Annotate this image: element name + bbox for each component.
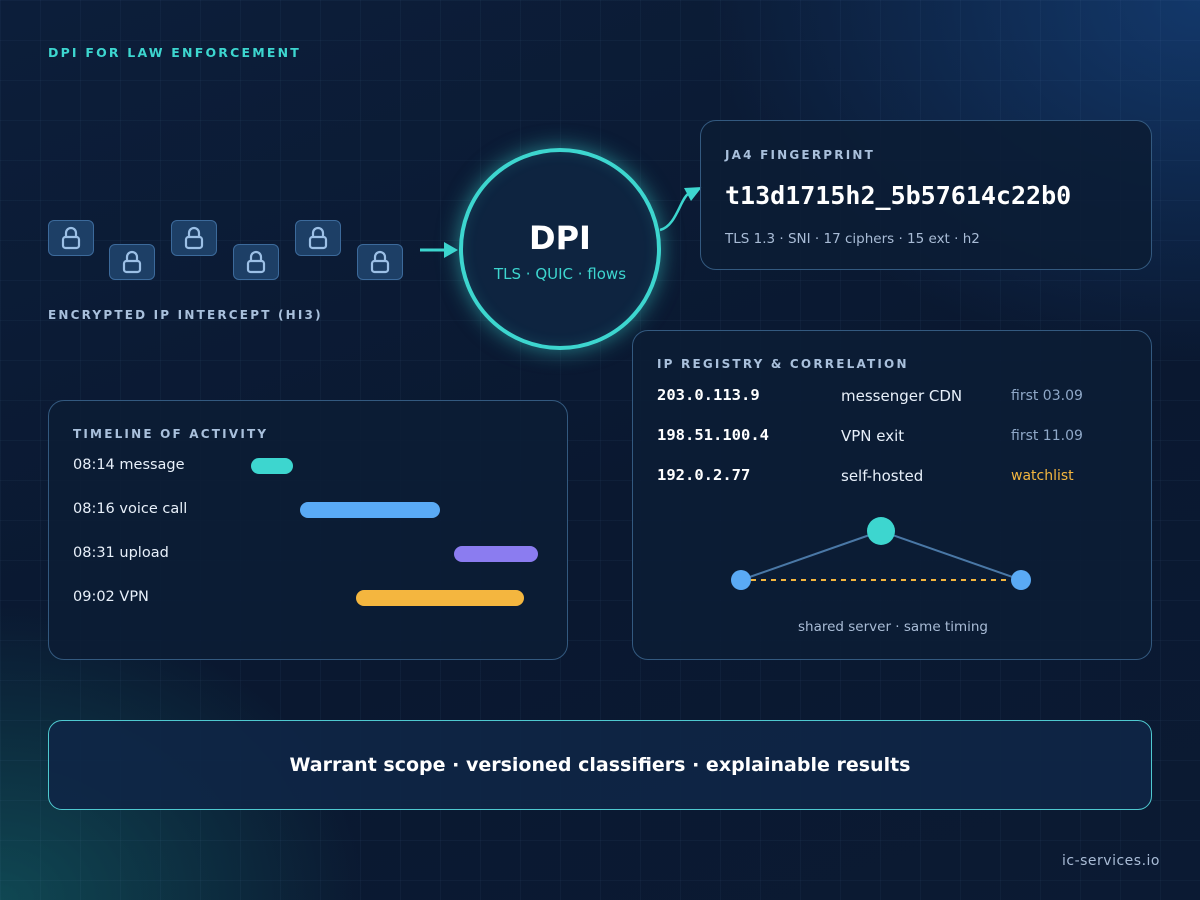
ip-address: 198.51.100.4 xyxy=(657,426,769,444)
arrow-right-icon xyxy=(444,242,458,258)
ip-status: first 03.09 xyxy=(1011,388,1083,404)
ip-description: messenger CDN xyxy=(841,387,963,405)
ip-description: self-hosted xyxy=(841,467,924,485)
ip-description: VPN exit xyxy=(841,427,905,445)
timeline-item-label: 08:16 voice call xyxy=(73,501,188,517)
timeline-bar-vpn xyxy=(356,590,524,606)
timeline-item-label: 08:31 upload xyxy=(73,545,169,561)
graph-node-right xyxy=(1011,570,1031,590)
timeline-panel: TIMELINE OF ACTIVITY 08:14 message 08:16… xyxy=(48,400,568,660)
graph-edge xyxy=(740,530,882,581)
graph-edge xyxy=(880,530,1022,581)
ip-status-watchlist: watchlist xyxy=(1011,468,1074,484)
ip-address: 192.0.2.77 xyxy=(657,466,751,484)
footer-domain: ic-services.io xyxy=(1062,853,1160,869)
dpi-subtitle: TLS · QUIC · flows xyxy=(493,265,627,283)
timeline-title: TIMELINE OF ACTIVITY xyxy=(73,427,269,441)
timeline-item-label: 08:14 message xyxy=(73,457,185,473)
correlation-graph xyxy=(731,517,1031,590)
registry-title: IP REGISTRY & CORRELATION xyxy=(657,357,909,371)
fingerprint-meta: TLS 1.3 · SNI · 17 ciphers · 15 ext · h2 xyxy=(725,231,980,247)
graph-server-node xyxy=(867,517,895,545)
ip-address: 203.0.113.9 xyxy=(657,386,760,404)
graph-node-left xyxy=(731,570,751,590)
graph-caption: shared server · same timing xyxy=(797,619,988,635)
dpi-title: DPI xyxy=(529,219,591,257)
fingerprint-value: t13d1715h2_5b57614c22b0 xyxy=(725,181,1072,210)
fingerprint-label: JA4 FINGERPRINT xyxy=(725,148,875,162)
fingerprint-panel: JA4 FINGERPRINT t13d1715h2_5b57614c22b0 … xyxy=(700,120,1152,270)
timeline-bar-upload xyxy=(454,546,538,562)
timeline-item-label: 09:02 VPN xyxy=(73,589,149,605)
summary-banner: Warrant scope · versioned classifiers · … xyxy=(48,720,1152,810)
output-arrow-line xyxy=(659,193,689,232)
dpi-engine-node: DPI TLS · QUIC · flows xyxy=(459,148,661,350)
timeline-bar-message xyxy=(251,458,293,474)
ip-status: first 11.09 xyxy=(1011,428,1083,444)
timeline-bar-voice-call xyxy=(300,502,440,518)
banner-text: Warrant scope · versioned classifiers · … xyxy=(289,754,911,776)
ip-registry-panel: IP REGISTRY & CORRELATION 203.0.113.9 me… xyxy=(632,330,1152,660)
